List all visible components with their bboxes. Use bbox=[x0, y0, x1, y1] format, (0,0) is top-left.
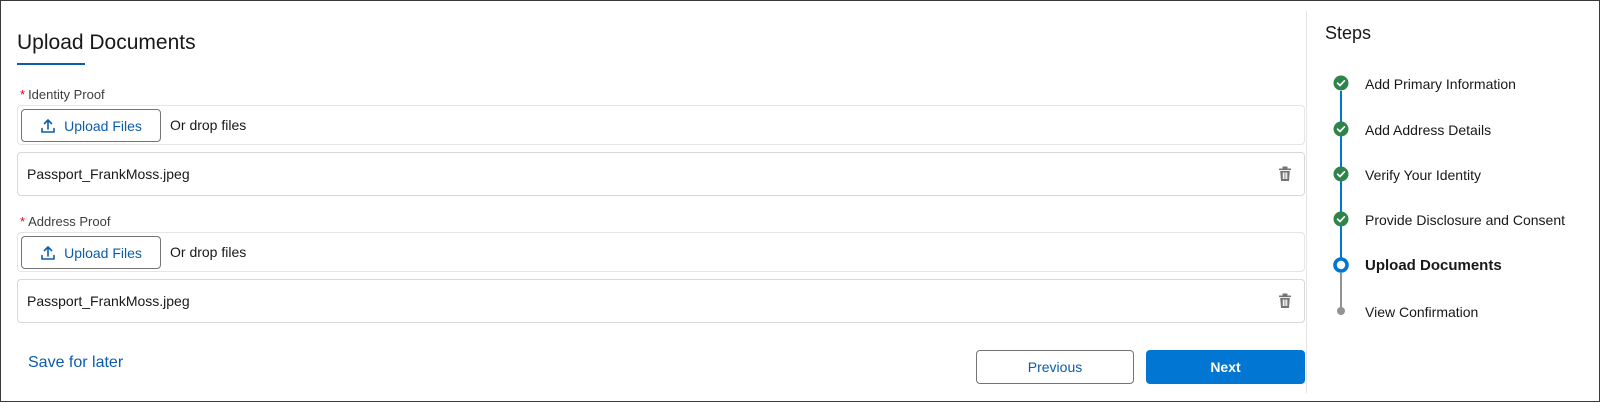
identity-uploaded-file: Passport_FrankMoss.jpeg bbox=[17, 152, 1305, 196]
title-underline bbox=[17, 63, 85, 65]
required-asterisk: * bbox=[20, 87, 26, 102]
step-label: Verify Your Identity bbox=[1365, 167, 1481, 183]
upcoming-dot-icon bbox=[1337, 307, 1345, 315]
app-frame: Upload Documents * Identity Proof Upload … bbox=[0, 0, 1600, 402]
upload-icon bbox=[41, 245, 55, 260]
upload-icon bbox=[41, 118, 55, 133]
file-name: Passport_FrankMoss.jpeg bbox=[27, 293, 190, 309]
upload-files-label: Upload Files bbox=[64, 244, 142, 261]
step-upload-documents[interactable]: Upload Documents bbox=[1333, 257, 1600, 279]
upload-files-label: Upload Files bbox=[64, 117, 142, 134]
step-label: Add Address Details bbox=[1365, 122, 1492, 138]
required-asterisk: * bbox=[20, 214, 26, 229]
next-button[interactable]: Next bbox=[1146, 350, 1305, 384]
previous-button[interactable]: Previous bbox=[976, 350, 1134, 384]
delete-file-trash-icon[interactable] bbox=[1276, 165, 1294, 183]
drop-files-hint: Or drop files bbox=[170, 244, 247, 260]
drop-files-hint: Or drop files bbox=[170, 117, 247, 133]
address-proof-drop-zone[interactable]: Upload Files Or drop files bbox=[17, 232, 1305, 272]
steps-title: Steps bbox=[1325, 23, 1372, 43]
step-verify-your-identity[interactable]: Verify Your Identity bbox=[1333, 166, 1600, 188]
current-step-ring-icon bbox=[1333, 257, 1349, 273]
step-label: View Confirmation bbox=[1365, 304, 1479, 320]
step-provide-disclosure-and-consent[interactable]: Provide Disclosure and Consent bbox=[1333, 211, 1600, 233]
step-add-primary-information[interactable]: Add Primary Information bbox=[1333, 75, 1600, 97]
check-circle-icon bbox=[1333, 166, 1349, 182]
step-label: Provide Disclosure and Consent bbox=[1365, 212, 1565, 228]
check-circle-icon bbox=[1333, 121, 1349, 137]
delete-file-trash-icon[interactable] bbox=[1276, 292, 1294, 310]
step-add-address-details[interactable]: Add Address Details bbox=[1333, 121, 1600, 143]
upload-documents-panel: Upload Documents * Identity Proof Upload … bbox=[17, 1, 1305, 403]
save-for-later-link[interactable]: Save for later bbox=[28, 354, 123, 372]
check-circle-icon bbox=[1333, 75, 1349, 91]
step-label: Upload Documents bbox=[1365, 257, 1502, 274]
file-name: Passport_FrankMoss.jpeg bbox=[27, 166, 190, 182]
step-view-confirmation[interactable]: View Confirmation bbox=[1333, 303, 1600, 325]
address-uploaded-file: Passport_FrankMoss.jpeg bbox=[17, 279, 1305, 323]
identity-proof-drop-zone[interactable]: Upload Files Or drop files bbox=[17, 105, 1305, 145]
steps-panel: Steps Add Primary Information Add Addres… bbox=[1307, 1, 1600, 403]
page-title: Upload Documents bbox=[17, 31, 196, 54]
identity-proof-label: * Identity Proof bbox=[20, 87, 105, 102]
step-label: Add Primary Information bbox=[1365, 76, 1516, 92]
address-proof-label-text: Address Proof bbox=[28, 214, 111, 229]
identity-proof-label-text: Identity Proof bbox=[28, 87, 105, 102]
address-proof-label: * Address Proof bbox=[20, 214, 110, 229]
address-upload-files-button[interactable]: Upload Files bbox=[21, 236, 161, 269]
identity-upload-files-button[interactable]: Upload Files bbox=[21, 109, 161, 142]
check-circle-icon bbox=[1333, 211, 1349, 227]
